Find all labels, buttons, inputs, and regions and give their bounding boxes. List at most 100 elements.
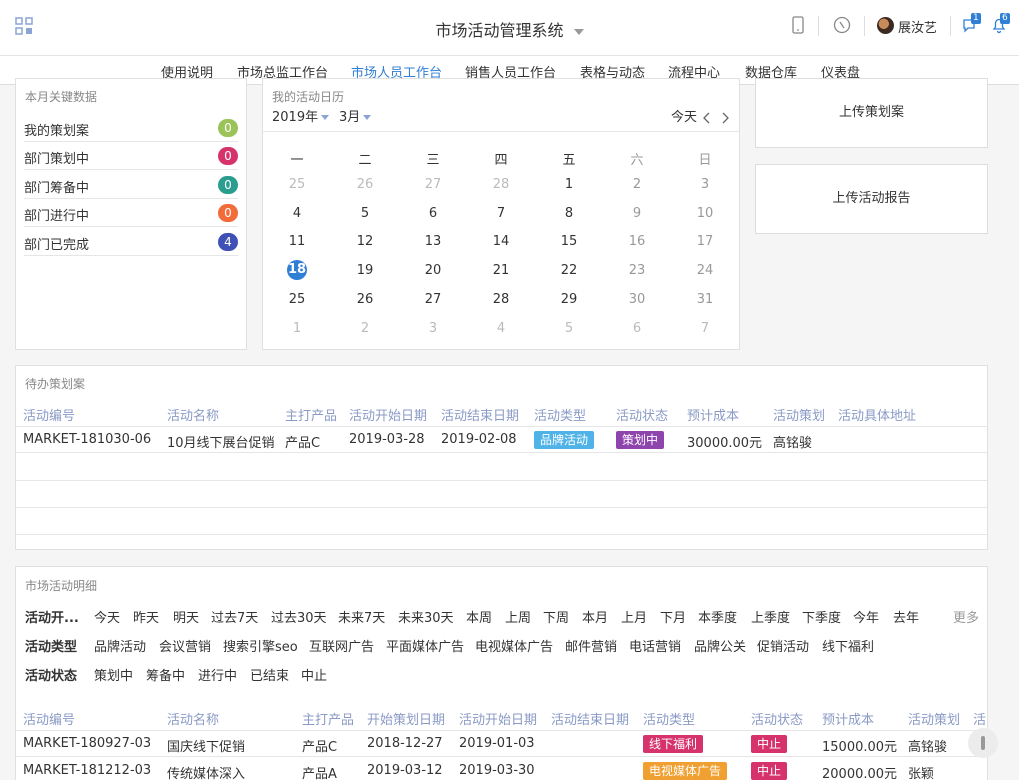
calendar-day[interactable]: 2 xyxy=(603,177,671,192)
filter-option[interactable]: 本周 xyxy=(466,607,492,626)
calendar-day[interactable]: 17 xyxy=(671,234,739,249)
filter-option[interactable]: 平面媒体广告 xyxy=(386,636,464,655)
calendar-day[interactable]: 26 xyxy=(331,177,399,192)
calendar-day[interactable]: 9 xyxy=(603,206,671,221)
kpi-row[interactable]: 部门筹备中 0 xyxy=(24,171,238,199)
filter-option[interactable]: 今天 xyxy=(94,607,120,626)
calendar-day-today[interactable]: 18 xyxy=(263,260,331,280)
calendar-day[interactable]: 13 xyxy=(399,234,467,249)
filter-option[interactable]: 电话营销 xyxy=(629,636,681,655)
calendar-day[interactable]: 3 xyxy=(671,177,739,192)
calendar-day[interactable]: 5 xyxy=(331,206,399,221)
calendar-day[interactable]: 29 xyxy=(535,292,603,307)
kpi-row[interactable]: 部门策划中 0 xyxy=(24,142,238,170)
chevron-left-icon[interactable] xyxy=(703,112,711,124)
calendar-day[interactable]: 28 xyxy=(467,292,535,307)
calendar-day[interactable]: 6 xyxy=(603,321,671,336)
calendar-day[interactable]: 25 xyxy=(263,177,331,192)
calendar-day[interactable]: 4 xyxy=(467,321,535,336)
filter-option[interactable]: 搜索引擎seo xyxy=(223,636,298,655)
filter-option[interactable]: 互联网广告 xyxy=(309,636,374,655)
filter-option[interactable]: 上月 xyxy=(621,607,647,626)
column-header[interactable]: 活动类型 xyxy=(643,709,695,728)
kpi-row[interactable]: 我的策划案 0 xyxy=(24,114,238,142)
filter-option[interactable]: 下季度 xyxy=(802,607,841,626)
calendar-day[interactable]: 12 xyxy=(331,234,399,249)
filter-option[interactable]: 电视媒体广告 xyxy=(475,636,553,655)
calendar-day[interactable]: 5 xyxy=(535,321,603,336)
calendar-day[interactable]: 25 xyxy=(263,292,331,307)
column-header[interactable]: 预计成本 xyxy=(687,405,739,424)
filter-option[interactable]: 品牌公关 xyxy=(694,636,746,655)
column-header[interactable]: 活动策划 xyxy=(773,405,825,424)
filter-option[interactable]: 过去30天 xyxy=(271,607,327,626)
upload-report-button[interactable]: 上传活动报告 xyxy=(755,164,988,234)
calendar-day[interactable]: 20 xyxy=(399,263,467,278)
month-select[interactable]: 3月 xyxy=(339,106,372,125)
today-button[interactable]: 今天 xyxy=(671,106,697,125)
more-filters-link[interactable]: 更多 xyxy=(953,607,979,626)
filter-option[interactable]: 上季度 xyxy=(751,607,790,626)
calendar-day[interactable]: 27 xyxy=(399,177,467,192)
mobile-icon[interactable] xyxy=(792,16,804,34)
calendar-day[interactable]: 11 xyxy=(263,234,331,249)
calendar-day[interactable]: 16 xyxy=(603,234,671,249)
column-header[interactable]: 活动编号 xyxy=(23,709,75,728)
calendar-day[interactable]: 28 xyxy=(467,177,535,192)
filter-option[interactable]: 去年 xyxy=(893,607,919,626)
calendar-day[interactable]: 31 xyxy=(671,292,739,307)
chevron-right-icon[interactable] xyxy=(721,112,729,124)
column-header[interactable]: 活动策划 xyxy=(908,709,960,728)
scroll-handle[interactable] xyxy=(968,728,998,758)
filter-option[interactable]: 今年 xyxy=(853,607,879,626)
filter-option[interactable]: 明天 xyxy=(173,607,199,626)
calendar-day[interactable]: 24 xyxy=(671,263,739,278)
column-header[interactable]: 活动开始日期 xyxy=(459,709,537,728)
calendar-day[interactable]: 7 xyxy=(467,206,535,221)
filter-option[interactable]: 会议营销 xyxy=(159,636,211,655)
calendar-day[interactable]: 7 xyxy=(671,321,739,336)
avatar[interactable] xyxy=(877,17,894,34)
column-header[interactable]: 活动名称 xyxy=(167,405,219,424)
column-header[interactable]: 活动状态 xyxy=(616,405,668,424)
calendar-day[interactable]: 21 xyxy=(467,263,535,278)
column-header[interactable]: 活动结束日期 xyxy=(441,405,519,424)
column-header[interactable]: 活 xyxy=(973,709,986,728)
column-header[interactable]: 活动编号 xyxy=(23,405,75,424)
user-name[interactable]: 展汝艺 xyxy=(898,17,937,36)
column-header[interactable]: 活动类型 xyxy=(534,405,586,424)
calendar-day[interactable]: 10 xyxy=(671,206,739,221)
column-header[interactable]: 预计成本 xyxy=(822,709,874,728)
filter-option[interactable]: 已结束 xyxy=(250,665,289,684)
filter-option[interactable]: 上周 xyxy=(505,607,531,626)
column-header[interactable]: 活动名称 xyxy=(167,709,219,728)
filter-option[interactable]: 筹备中 xyxy=(146,665,185,684)
upload-plan-button[interactable]: 上传策划案 xyxy=(755,78,988,148)
calendar-day[interactable]: 2 xyxy=(331,321,399,336)
filter-option[interactable]: 下周 xyxy=(543,607,569,626)
filter-option[interactable]: 下月 xyxy=(660,607,686,626)
calendar-day[interactable]: 15 xyxy=(535,234,603,249)
filter-option[interactable]: 策划中 xyxy=(94,665,133,684)
calendar-day[interactable]: 26 xyxy=(331,292,399,307)
filter-option[interactable]: 未来7天 xyxy=(338,607,385,626)
filter-option[interactable]: 线下福利 xyxy=(822,636,874,655)
column-header[interactable]: 开始策划日期 xyxy=(367,709,445,728)
year-select[interactable]: 2019年 xyxy=(272,106,330,125)
calendar-day[interactable]: 1 xyxy=(535,177,603,192)
calendar-day[interactable]: 8 xyxy=(535,206,603,221)
filter-option[interactable]: 本季度 xyxy=(698,607,737,626)
filter-option[interactable]: 促销活动 xyxy=(757,636,809,655)
filter-option[interactable]: 昨天 xyxy=(133,607,159,626)
filter-option[interactable]: 未来30天 xyxy=(398,607,454,626)
app-title[interactable]: 市场活动管理系统 xyxy=(0,17,1019,41)
calendar-day[interactable]: 19 xyxy=(331,263,399,278)
kpi-row[interactable]: 部门已完成 4 xyxy=(24,228,238,256)
help-icon[interactable] xyxy=(833,16,851,34)
filter-option[interactable]: 邮件营销 xyxy=(565,636,617,655)
calendar-day[interactable]: 1 xyxy=(263,321,331,336)
filter-option[interactable]: 过去7天 xyxy=(211,607,258,626)
calendar-day[interactable]: 27 xyxy=(399,292,467,307)
column-header[interactable]: 主打产品 xyxy=(285,405,337,424)
calendar-day[interactable]: 23 xyxy=(603,263,671,278)
